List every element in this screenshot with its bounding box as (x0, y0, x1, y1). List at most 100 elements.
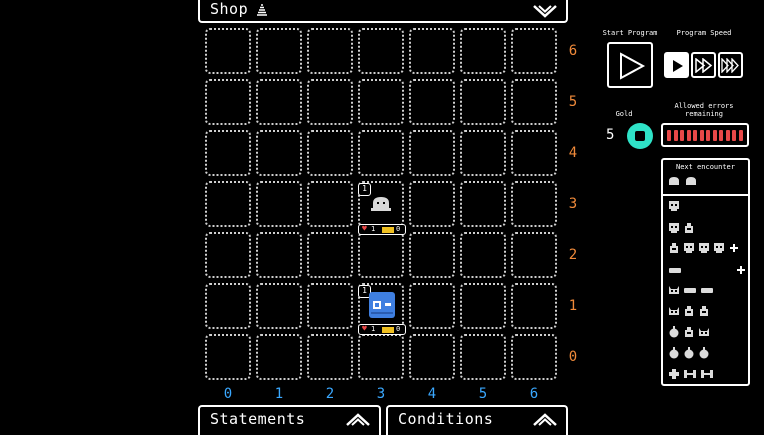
skull-icon (714, 243, 724, 253)
battery-icon (382, 227, 394, 233)
ghost-icon (686, 177, 696, 185)
next-encounter-panel: Next encounter (661, 158, 750, 386)
grid-cell[interactable] (256, 28, 302, 74)
shop-title: Shop (210, 0, 249, 18)
grid-cell[interactable] (460, 130, 506, 176)
allowed-errors-label-line1: Allowed errors (674, 102, 734, 110)
grid-cell[interactable] (511, 232, 557, 278)
shop-stack-icon (255, 2, 269, 21)
chevron-up-icon[interactable] (532, 412, 558, 431)
grid-cell[interactable] (307, 130, 353, 176)
grid-cell[interactable] (307, 181, 353, 227)
conditions-title: Conditions (398, 410, 494, 428)
skull-icon (699, 243, 709, 253)
fast-forward-icon (695, 58, 713, 73)
grid-cell[interactable] (307, 334, 353, 380)
grid-cell[interactable] (511, 283, 557, 329)
grid-cell[interactable] (409, 283, 455, 329)
grid-cell[interactable] (205, 28, 251, 74)
speed-fast-button[interactable] (691, 52, 716, 78)
grid-cell[interactable] (205, 181, 251, 227)
grid-cell[interactable] (205, 334, 251, 380)
heart-icon: ♥ (362, 224, 367, 233)
row-label: 5 (568, 94, 578, 110)
grid-cell[interactable] (409, 232, 455, 278)
battery-icon (382, 327, 394, 333)
grid-cell[interactable] (409, 79, 455, 125)
next-encounter-label: Next encounter (675, 163, 735, 171)
grid-cell[interactable] (460, 334, 506, 380)
play-icon (620, 52, 646, 80)
grid-cell[interactable] (409, 28, 455, 74)
grid-cell[interactable] (307, 79, 353, 125)
unit-stat-bar: ♥ 1 0 (358, 324, 406, 335)
grid-cell[interactable] (358, 79, 404, 125)
grid-cell[interactable] (460, 181, 506, 227)
grid-cell[interactable] (460, 283, 506, 329)
grid-cell[interactable] (256, 283, 302, 329)
grid-cell[interactable] (511, 130, 557, 176)
grid-cell[interactable] (256, 130, 302, 176)
error-tick (719, 130, 723, 141)
grid-cell[interactable] (511, 181, 557, 227)
grid-cell[interactable] (256, 79, 302, 125)
col-label: 3 (376, 386, 386, 402)
plus-icon (730, 244, 738, 252)
chevron-down-icon[interactable] (532, 3, 558, 22)
grid-cell[interactable] (409, 334, 455, 380)
ghost-icon (669, 177, 679, 185)
grid-cell[interactable] (358, 334, 404, 380)
robot-unit[interactable]: 1 ♥ 1 0 (358, 285, 408, 339)
grid-cell[interactable] (358, 130, 404, 176)
row-label: 6 (568, 43, 578, 59)
error-tick (725, 130, 730, 141)
grid-cell[interactable] (511, 28, 557, 74)
grid-cell[interactable] (358, 28, 404, 74)
grid-cell[interactable] (205, 232, 251, 278)
cat-icon (669, 307, 679, 315)
bar-icon (669, 268, 681, 273)
cross-icon (669, 369, 679, 379)
grid-cell[interactable] (511, 334, 557, 380)
ghost-unit[interactable]: 1 ♥ 1 0 (358, 183, 408, 237)
program-speed-label: Program Speed (676, 29, 732, 37)
conditions-bar[interactable]: Conditions (386, 405, 568, 435)
grid-cell[interactable] (460, 232, 506, 278)
heart-icon: ♥ (362, 324, 367, 333)
grid-cell[interactable] (307, 28, 353, 74)
grid-cell[interactable] (256, 334, 302, 380)
grid-cell[interactable] (358, 232, 404, 278)
grid-cell[interactable] (205, 79, 251, 125)
speed-normal-button[interactable] (664, 52, 689, 78)
bottle-icon (670, 243, 678, 253)
grid-cell[interactable] (511, 79, 557, 125)
unit-energy: 0 (396, 325, 401, 333)
skull-icon (684, 243, 694, 253)
start-program-button[interactable] (607, 42, 653, 88)
speed-fastest-button[interactable] (718, 52, 743, 78)
chevron-up-icon[interactable] (345, 412, 371, 431)
grid-cell[interactable] (307, 283, 353, 329)
cat-icon (699, 328, 709, 336)
grid-cell[interactable] (460, 79, 506, 125)
bottle-icon (685, 327, 693, 337)
grid-cell[interactable] (256, 181, 302, 227)
grid-cell[interactable] (205, 283, 251, 329)
bottle-icon (685, 223, 693, 233)
grid-cell[interactable] (307, 232, 353, 278)
grid-cell[interactable] (460, 28, 506, 74)
unit-energy: 0 (396, 225, 401, 233)
shop-bar[interactable]: Shop (198, 0, 568, 23)
error-tick (673, 130, 678, 141)
grid-cell[interactable] (256, 232, 302, 278)
error-tick (732, 130, 736, 141)
error-tick (738, 130, 743, 141)
bar-icon (684, 288, 696, 293)
statements-bar[interactable]: Statements (198, 405, 381, 435)
grid-cell[interactable] (409, 130, 455, 176)
grid-cell[interactable] (409, 181, 455, 227)
ghost-sprite-icon (371, 197, 391, 211)
error-tick (680, 130, 684, 141)
allowed-errors-label: Allowed errors remaining (664, 102, 744, 118)
grid-cell[interactable] (205, 130, 251, 176)
